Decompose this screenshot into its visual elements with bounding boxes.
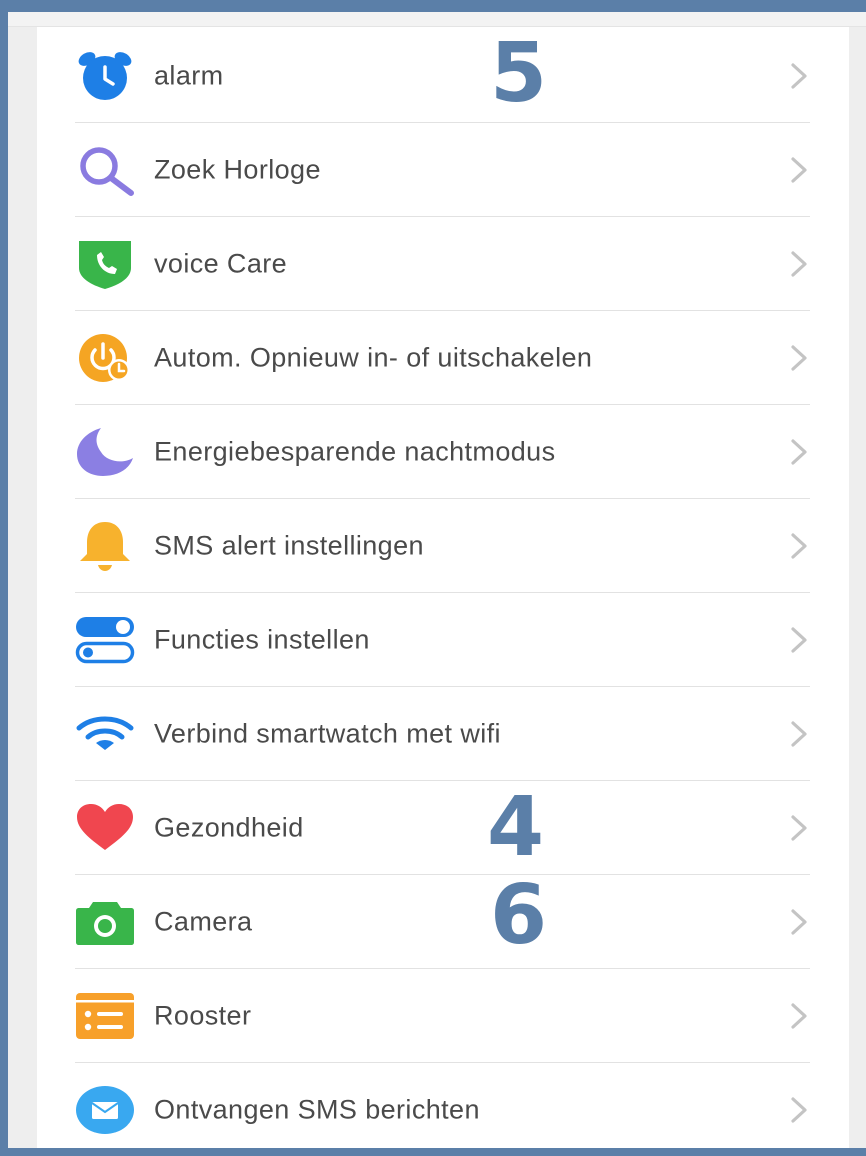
settings-item-label: Gezondheid [154, 812, 304, 842]
alarm-clock-icon [75, 50, 135, 102]
settings-item-camera[interactable]: Camera [75, 875, 810, 969]
chevron-right-icon [788, 719, 810, 749]
annotation-number-4: 4 [487, 780, 545, 875]
header-strip [8, 12, 866, 27]
settings-item-sms-alert[interactable]: SMS alert instellingen [75, 499, 810, 593]
toggle-icon [75, 614, 135, 666]
settings-list: alarm Zoek Horloge voice Care Autom. Opn… [75, 29, 810, 1156]
envelope-icon [75, 1084, 135, 1136]
schedule-icon [75, 990, 135, 1042]
chevron-right-icon [788, 625, 810, 655]
settings-item-label: Autom. Opnieuw in- of uitschakelen [154, 342, 593, 372]
chevron-right-icon [788, 61, 810, 91]
settings-item-auto-power[interactable]: Autom. Opnieuw in- of uitschakelen [75, 311, 810, 405]
phone-shield-icon [75, 238, 135, 290]
settings-item-wifi[interactable]: Verbind smartwatch met wifi [75, 687, 810, 781]
chevron-right-icon [788, 1001, 810, 1031]
camera-icon [75, 896, 135, 948]
wifi-icon [75, 708, 135, 760]
annotation-number-6: 6 [490, 868, 548, 963]
settings-item-alarm[interactable]: alarm [75, 29, 810, 123]
search-icon [75, 144, 135, 196]
moon-icon [75, 426, 135, 478]
top-bar [0, 0, 866, 12]
settings-item-night-mode[interactable]: Energiebesparende nachtmodus [75, 405, 810, 499]
settings-item-label: Zoek Horloge [154, 154, 321, 184]
chevron-right-icon [788, 249, 810, 279]
chevron-right-icon [788, 155, 810, 185]
annotation-number-5: 5 [490, 26, 548, 121]
settings-item-label: Rooster [154, 1000, 252, 1030]
settings-item-voice-care[interactable]: voice Care [75, 217, 810, 311]
settings-item-label: voice Care [154, 248, 288, 278]
settings-item-label: Functies instellen [154, 624, 370, 654]
chevron-right-icon [788, 813, 810, 843]
settings-item-functions[interactable]: Functies instellen [75, 593, 810, 687]
settings-item-label: Verbind smartwatch met wifi [154, 718, 501, 748]
chevron-right-icon [788, 343, 810, 373]
app-frame: alarm Zoek Horloge voice Care Autom. Opn… [8, 12, 866, 1148]
chevron-right-icon [788, 531, 810, 561]
settings-item-schedule[interactable]: Rooster [75, 969, 810, 1063]
settings-card: alarm Zoek Horloge voice Care Autom. Opn… [37, 27, 849, 1148]
heart-icon [75, 802, 135, 854]
settings-item-received-sms[interactable]: Ontvangen SMS berichten [75, 1063, 810, 1156]
settings-item-label: Camera [154, 906, 253, 936]
power-clock-icon [75, 332, 135, 384]
settings-item-find-watch[interactable]: Zoek Horloge [75, 123, 810, 217]
chevron-right-icon [788, 1095, 810, 1125]
chevron-right-icon [788, 437, 810, 467]
settings-item-label: Energiebesparende nachtmodus [154, 436, 556, 466]
settings-item-label: SMS alert instellingen [154, 530, 424, 560]
bell-icon [75, 520, 135, 572]
chevron-right-icon [788, 907, 810, 937]
settings-item-label: alarm [154, 60, 224, 90]
settings-item-label: Ontvangen SMS berichten [154, 1094, 480, 1124]
settings-item-health[interactable]: Gezondheid [75, 781, 810, 875]
